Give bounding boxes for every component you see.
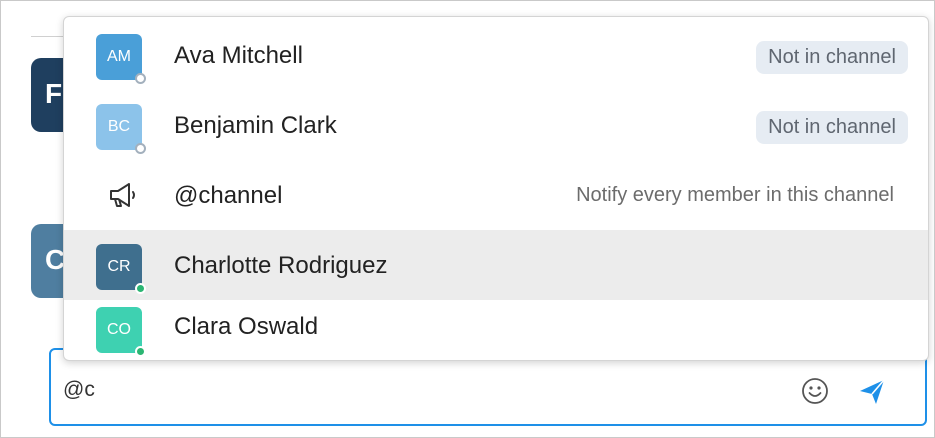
smiley-icon[interactable] — [801, 377, 829, 405]
mention-autocomplete: AM Ava Mitchell Not in channel BC Benjam… — [63, 16, 929, 361]
mention-option-clara-oswald[interactable]: CO Clara Oswald — [64, 296, 928, 360]
mention-option-channel[interactable]: @channel Notify every member in this cha… — [64, 160, 928, 230]
avatar: AM — [96, 34, 146, 84]
avatar-initials: AM — [107, 48, 131, 65]
send-icon[interactable] — [857, 377, 887, 407]
presence-away-indicator — [135, 143, 146, 154]
not-in-channel-badge: Not in channel — [756, 41, 908, 74]
mention-option-benjamin-clark[interactable]: BC Benjamin Clark Not in channel — [64, 90, 928, 160]
user-name: Clara Oswald — [174, 313, 319, 340]
chat-window: F C @c AM Ava Mitchell Not in channel BC — [0, 0, 935, 438]
presence-away-indicator — [135, 73, 146, 84]
mention-option-charlotte-rodriguez[interactable]: CR Charlotte Rodriguez — [64, 230, 928, 300]
channel-mention-label: @channel — [174, 182, 283, 209]
avatar-initials: CO — [107, 321, 131, 338]
user-name: Charlotte Rodriguez — [174, 252, 388, 279]
avatar-initials: BC — [107, 118, 131, 135]
channel-mention-description: Notify every member in this channel — [576, 184, 894, 206]
presence-online-indicator — [135, 346, 146, 357]
mention-option-ava-mitchell[interactable]: AM Ava Mitchell Not in channel — [64, 20, 928, 90]
avatar: CO — [96, 307, 146, 357]
avatar: BC — [96, 104, 146, 154]
avatar: CR — [96, 244, 146, 294]
user-name: Ava Mitchell — [174, 42, 303, 69]
user-name: Benjamin Clark — [174, 112, 337, 139]
not-in-channel-badge: Not in channel — [756, 111, 908, 144]
presence-online-indicator — [135, 283, 146, 294]
message-input-value[interactable]: @c — [63, 378, 95, 402]
avatar-initials: CR — [107, 258, 131, 275]
megaphone-icon — [110, 183, 135, 207]
